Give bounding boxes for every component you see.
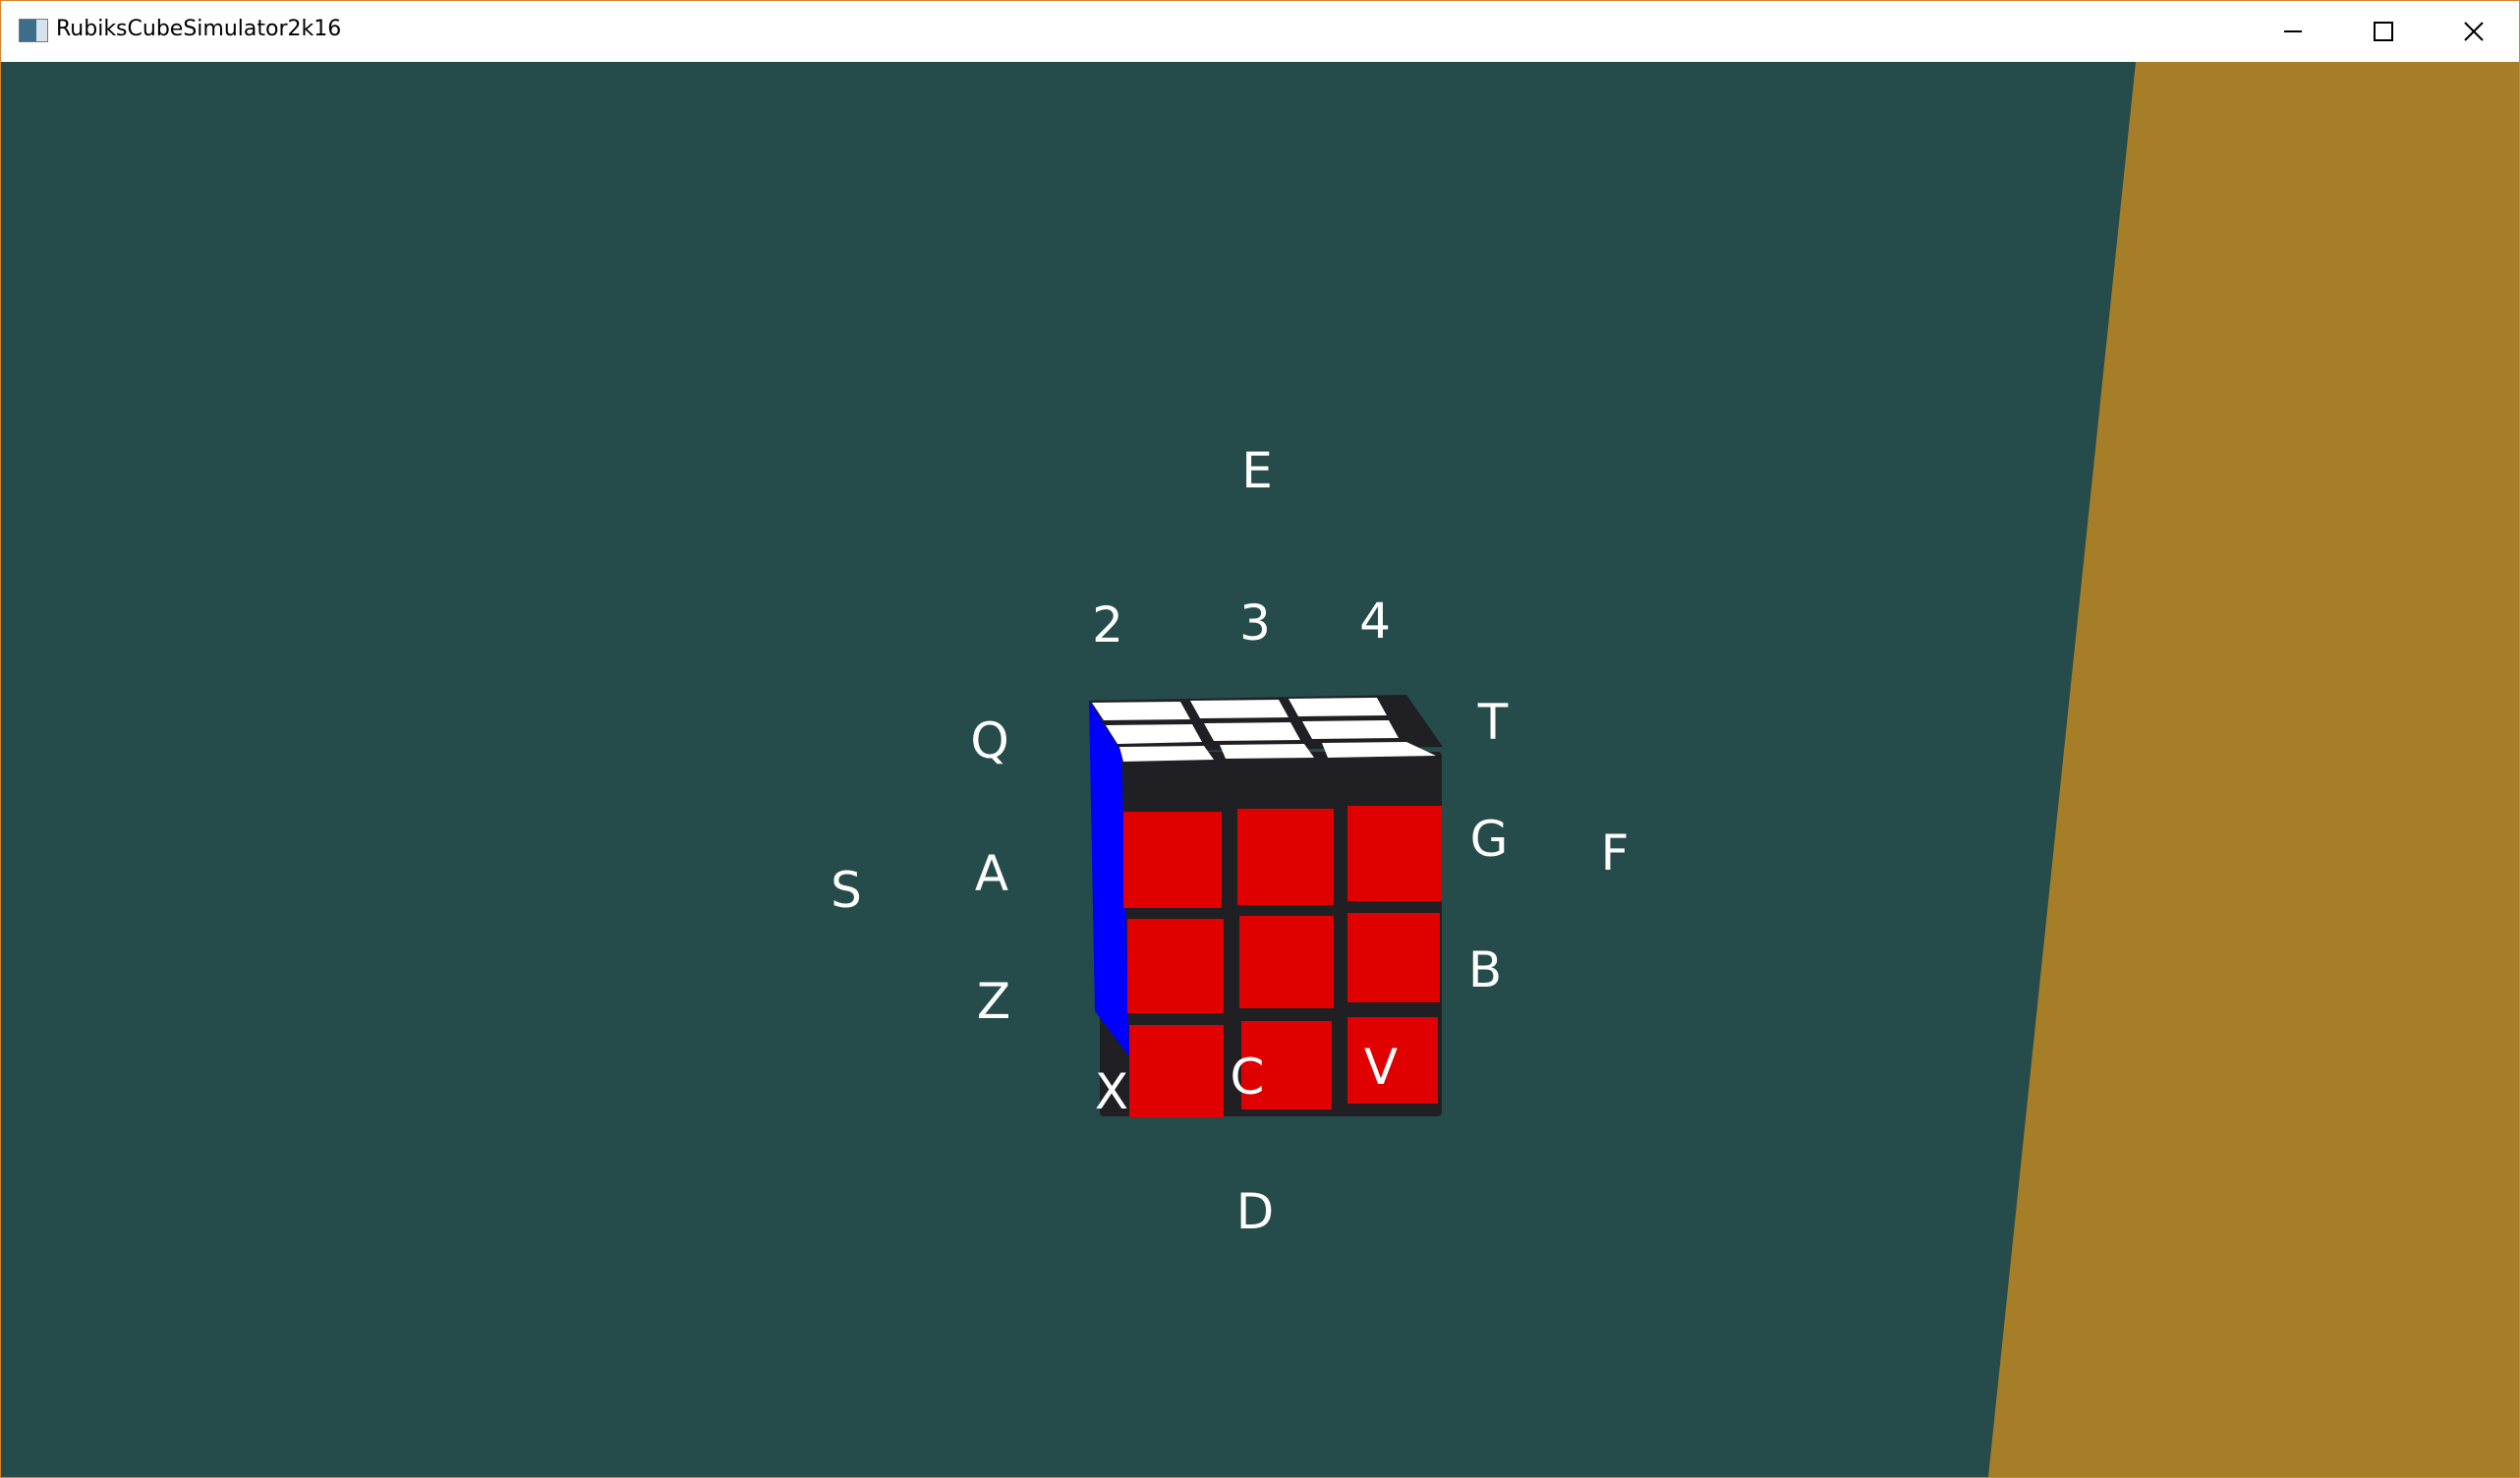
cubie-top [1092, 702, 1190, 720]
rotation-key-e: E [1241, 442, 1273, 499]
cubie-front [1347, 806, 1442, 901]
rotation-key-v: V [1363, 1039, 1399, 1096]
cubie-top [1289, 698, 1387, 716]
scene-canvas [1089, 62, 2519, 1477]
cubie-front [1129, 1025, 1224, 1117]
app-window: RubiksCubeSimulator2k16 E 2 3 4 Q T G F … [0, 0, 2520, 1478]
cubie-top [1302, 720, 1399, 739]
close-icon [2464, 22, 2484, 41]
rotation-key-4: 4 [1359, 593, 1391, 650]
close-button[interactable] [2429, 1, 2519, 62]
cubie-front [1127, 919, 1224, 1013]
rotation-key-s: S [830, 862, 862, 919]
rotation-key-g: G [1469, 811, 1509, 868]
rotation-key-a: A [974, 845, 1009, 902]
cubie-top [1220, 744, 1314, 759]
floor-plane [1988, 62, 2519, 1477]
rotation-key-c: C [1230, 1049, 1265, 1106]
rotation-key-f: F [1600, 824, 1630, 881]
rotation-key-2: 2 [1092, 597, 1123, 654]
rotation-key-b: B [1467, 941, 1503, 998]
rotation-key-d: D [1235, 1183, 1275, 1240]
maximize-icon [2374, 22, 2393, 41]
rotation-key-q: Q [970, 712, 1009, 769]
rotation-key-3: 3 [1239, 595, 1271, 652]
cubie-front [1123, 812, 1222, 908]
cubie-top [1204, 722, 1300, 741]
cubie-front [1239, 916, 1334, 1008]
minimize-icon [2284, 30, 2302, 32]
cubie-top [1119, 746, 1214, 762]
rotation-key-t: T [1477, 694, 1509, 751]
cubie-front [1237, 809, 1334, 905]
scene-viewport[interactable]: E 2 3 4 Q T G F S A Z B X C V D [1, 62, 2519, 1477]
rotation-key-z: Z [976, 973, 1011, 1030]
title-bar[interactable]: RubiksCubeSimulator2k16 [1, 1, 2519, 62]
cubie-top [1190, 700, 1289, 718]
window-title: RubiksCubeSimulator2k16 [56, 17, 342, 41]
cubie-top [1106, 724, 1202, 744]
cubie-front [1347, 913, 1440, 1002]
app-icon [19, 19, 48, 42]
maximize-button[interactable] [2338, 1, 2429, 62]
rotation-key-x: X [1094, 1063, 1129, 1120]
minimize-button[interactable] [2248, 1, 2338, 62]
